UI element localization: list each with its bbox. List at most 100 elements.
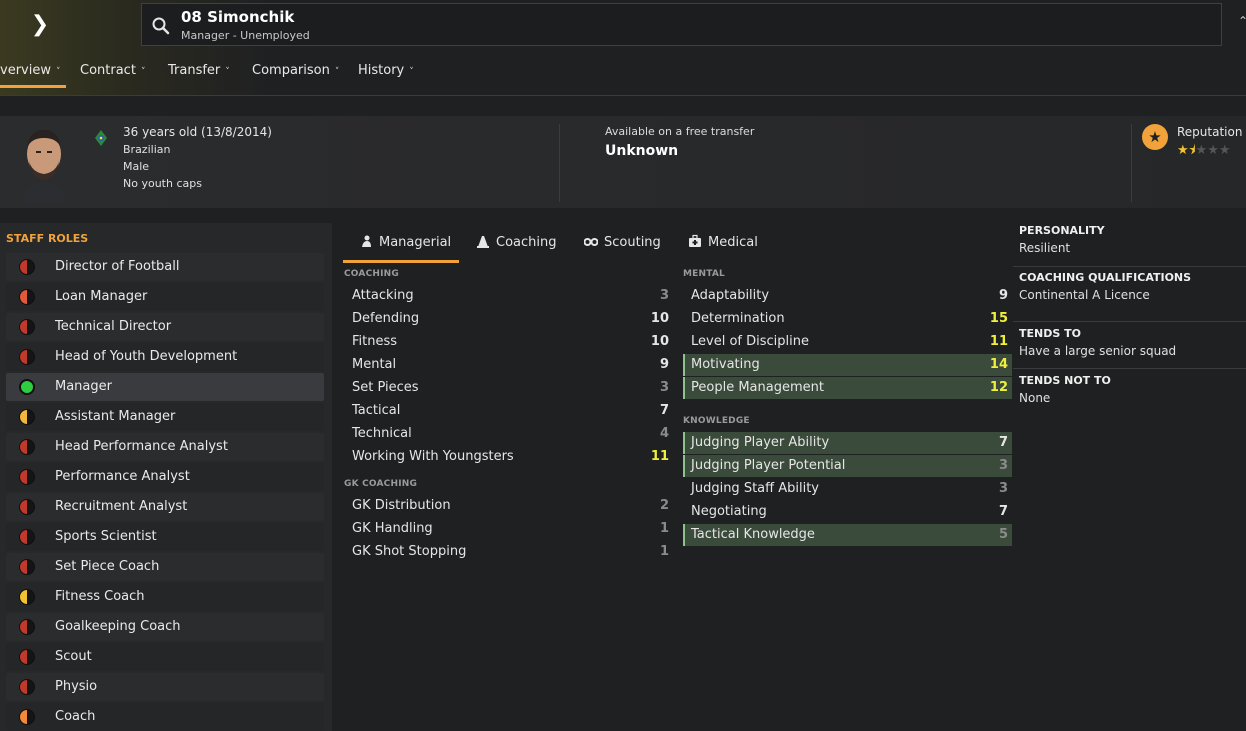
role-item[interactable]: Sports Scientist xyxy=(6,523,324,551)
attribute-value: 9 xyxy=(659,357,669,372)
attribute-name: Technical xyxy=(352,426,412,441)
role-item[interactable]: Manager xyxy=(6,373,324,401)
attribute-name: Negotiating xyxy=(691,504,767,519)
attribute-name: Level of Discipline xyxy=(691,334,809,349)
tab-overview[interactable]: verview ˅ xyxy=(0,58,66,88)
role-item[interactable]: Assistant Manager xyxy=(6,403,324,431)
role-item[interactable]: Fitness Coach xyxy=(6,583,324,611)
divider xyxy=(1131,124,1132,202)
chevron-up-icon[interactable]: ⌃ xyxy=(1238,14,1246,28)
person-icon xyxy=(362,235,371,247)
attribute-row[interactable]: Set Pieces 3 xyxy=(344,377,673,399)
tab-history[interactable]: History ˅ xyxy=(358,58,414,88)
attribute-row[interactable]: Technical 4 xyxy=(344,423,673,445)
role-suitability-icon xyxy=(19,349,35,365)
brazil-flag-icon xyxy=(95,130,107,146)
title-search-box[interactable]: 08 Simonchik Manager - Unemployed xyxy=(141,3,1222,46)
role-suitability-icon xyxy=(19,589,35,605)
role-label: Technical Director xyxy=(55,319,172,334)
role-suitability-icon xyxy=(19,499,35,515)
attribute-row[interactable]: Fitness 10 xyxy=(344,331,673,353)
star-empty-icon: ★ xyxy=(1218,143,1231,158)
role-item[interactable]: Technical Director xyxy=(6,313,324,341)
staff-subtitle: Manager - Unemployed xyxy=(181,29,310,42)
attribute-row[interactable]: Judging Staff Ability 3 xyxy=(683,478,1012,500)
attribute-row[interactable]: Negotiating 7 xyxy=(683,501,1012,523)
gender-text: Male xyxy=(123,160,150,173)
attribute-name: People Management xyxy=(691,380,824,395)
nationality-text: Brazilian xyxy=(123,143,171,156)
attribute-row[interactable]: Motivating 14 xyxy=(683,354,1012,376)
attribute-row[interactable]: GK Distribution 2 xyxy=(344,495,673,517)
star-empty-icon: ★ xyxy=(1195,143,1208,158)
attribute-row[interactable]: Working With Youngsters 11 xyxy=(344,446,673,468)
section-gk-coaching: GK COACHING xyxy=(344,479,418,489)
attribute-row[interactable]: Mental 9 xyxy=(344,354,673,376)
tab-transfer[interactable]: Transfer ˅ xyxy=(168,58,230,88)
attribute-row[interactable]: Attacking 3 xyxy=(344,285,673,307)
attribute-row[interactable]: GK Shot Stopping 1 xyxy=(344,541,673,563)
attribute-row[interactable]: People Management 12 xyxy=(683,377,1012,399)
attribute-value: 9 xyxy=(998,288,1008,303)
role-item[interactable]: Goalkeeping Coach xyxy=(6,613,324,641)
tab-contract[interactable]: Contract ˅ xyxy=(80,58,145,88)
role-label: Recruitment Analyst xyxy=(55,499,188,514)
personality-value: Resilient xyxy=(1019,241,1071,255)
attribute-name: GK Distribution xyxy=(352,498,451,513)
role-item[interactable]: Physio xyxy=(6,673,324,701)
tab-comparison[interactable]: Comparison ˅ xyxy=(252,58,339,88)
role-item[interactable]: Head Performance Analyst xyxy=(6,433,324,461)
role-suitability-icon xyxy=(19,469,35,485)
role-item[interactable]: Set Piece Coach xyxy=(6,553,324,581)
attribute-name: GK Shot Stopping xyxy=(352,544,467,559)
attribute-row[interactable]: Tactical 7 xyxy=(344,400,673,422)
attribute-row[interactable]: Judging Player Ability 7 xyxy=(683,432,1012,454)
role-label: Loan Manager xyxy=(55,289,148,304)
tab-medical[interactable]: Medical xyxy=(688,230,758,263)
qualifications-block: COACHING QUALIFICATIONS Continental A Li… xyxy=(1019,271,1246,302)
attribute-row[interactable]: Judging Player Potential 3 xyxy=(683,455,1012,477)
attribute-name: Judging Staff Ability xyxy=(691,481,819,496)
transfer-value: Unknown xyxy=(605,143,679,159)
tab-coaching[interactable]: Coaching xyxy=(476,230,557,263)
role-item[interactable]: Loan Manager xyxy=(6,283,324,311)
tab-scouting[interactable]: Scouting xyxy=(584,230,661,263)
tends-to-block: TENDS TO Have a large senior squad xyxy=(1019,327,1246,358)
role-item[interactable]: Scout xyxy=(6,643,324,671)
tab-managerial[interactable]: Managerial xyxy=(343,230,459,263)
personality-heading: PERSONALITY xyxy=(1019,224,1105,237)
tends-to-heading: TENDS TO xyxy=(1019,327,1081,340)
attribute-value: 1 xyxy=(659,544,669,559)
reputation-stars: ★⯨★★★ xyxy=(1177,141,1231,163)
divider xyxy=(1013,368,1246,369)
attribute-value: 12 xyxy=(989,380,1008,395)
role-item[interactable]: Coach xyxy=(6,703,324,731)
role-item[interactable]: Director of Football xyxy=(6,253,324,281)
role-label: Fitness Coach xyxy=(55,589,145,604)
role-suitability-icon xyxy=(19,289,35,305)
attribute-row[interactable]: Adaptability 9 xyxy=(683,285,1012,307)
attribute-value: 3 xyxy=(998,458,1008,473)
chevron-down-icon: ˅ xyxy=(140,67,146,77)
avatar xyxy=(21,130,67,204)
staff-name: 08 Simonchik xyxy=(181,8,295,26)
role-item[interactable]: Recruitment Analyst xyxy=(6,493,324,521)
chevron-right-icon[interactable]: ❯ xyxy=(28,12,52,38)
role-item[interactable]: Head of Youth Development xyxy=(6,343,324,371)
divider xyxy=(1013,266,1246,267)
role-item[interactable]: Performance Analyst xyxy=(6,463,324,491)
tends-not-to-block: TENDS NOT TO None xyxy=(1019,374,1246,405)
role-suitability-icon xyxy=(19,409,35,425)
age-text: 36 years old (13/8/2014) xyxy=(123,125,272,139)
attribute-value: 14 xyxy=(989,357,1008,372)
attribute-row[interactable]: Defending 10 xyxy=(344,308,673,330)
attribute-row[interactable]: GK Handling 1 xyxy=(344,518,673,540)
attribute-row[interactable]: Tactical Knowledge 5 xyxy=(683,524,1012,546)
reputation-label: Reputation xyxy=(1177,125,1243,139)
attribute-name: Tactical Knowledge xyxy=(691,527,815,542)
role-suitability-icon xyxy=(19,259,35,275)
attribute-row[interactable]: Determination 15 xyxy=(683,308,1012,330)
role-label: Set Piece Coach xyxy=(55,559,160,574)
attribute-row[interactable]: Level of Discipline 11 xyxy=(683,331,1012,353)
availability-label: Available on a free transfer xyxy=(605,125,755,138)
